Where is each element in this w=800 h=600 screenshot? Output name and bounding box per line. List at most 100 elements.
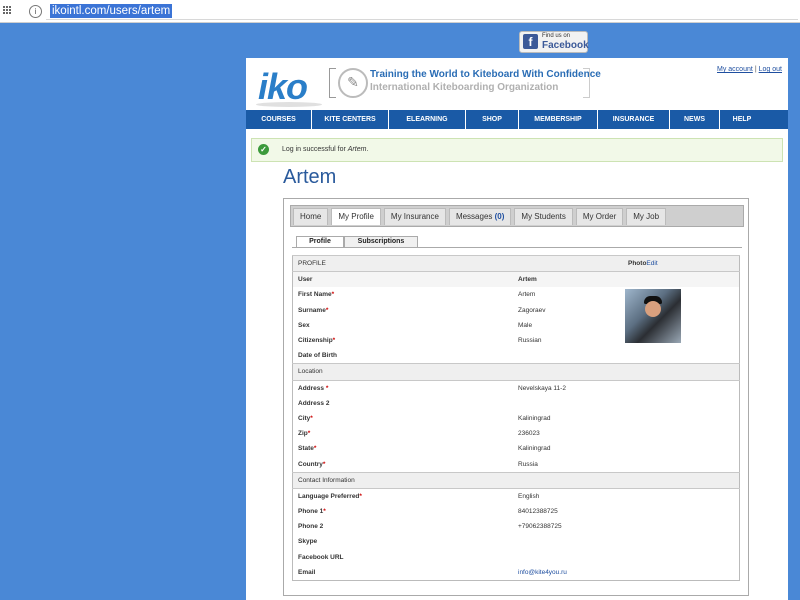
nav-kite-centers[interactable]: KITE CENTERS xyxy=(312,110,389,129)
logo-shadow xyxy=(256,102,322,107)
tab-my-profile[interactable]: My Profile xyxy=(331,208,381,225)
table-row: City* Kaliningrad xyxy=(293,411,740,426)
citizenship-label: Citizenship* xyxy=(298,337,336,345)
page-title: Artem xyxy=(283,166,337,188)
tab-messages[interactable]: Messages (0) xyxy=(448,208,512,225)
language-value: English xyxy=(518,492,540,500)
facebook-icon: f xyxy=(523,34,538,49)
profile-section-label: PROFILE xyxy=(292,254,513,273)
my-account-link[interactable]: My account xyxy=(717,66,753,73)
table-row: Phone 2 +79062388725 xyxy=(293,519,740,534)
dob-value xyxy=(513,348,628,364)
sex-label: Sex xyxy=(298,321,310,329)
nav-membership[interactable]: MEMBERSHIP xyxy=(519,110,598,129)
address-value: Nevelskaya 11-2 xyxy=(518,384,566,392)
tab-home[interactable]: Home xyxy=(293,208,329,225)
facebook-find-label: Find us on xyxy=(542,33,571,39)
logout-link[interactable]: Log out xyxy=(759,66,782,73)
address2-value xyxy=(513,396,740,411)
table-row: Country* Russia xyxy=(293,456,740,472)
contact-section-label: Contact Information xyxy=(292,471,740,489)
table-row: User Artem xyxy=(292,271,740,288)
table-row: State* Kaliningrad xyxy=(293,441,740,456)
location-section-label: Location xyxy=(292,363,740,381)
header-bracket-right xyxy=(583,68,590,98)
nav-courses[interactable]: COURSES xyxy=(246,110,312,129)
citizenship-value: Russian xyxy=(518,337,542,345)
contact-section-header: Contact Information xyxy=(292,471,740,489)
country-label: Country* xyxy=(298,460,326,468)
photo-header: PhotoEdit xyxy=(628,254,740,273)
url-input[interactable]: ikointl.com/users/artem xyxy=(50,4,173,18)
surname-label: Surname* xyxy=(298,306,329,314)
sex-value: Male xyxy=(518,321,533,329)
state-label: State* xyxy=(298,445,317,453)
header-bracket-left xyxy=(329,68,336,98)
account-links-separator: | xyxy=(754,66,757,73)
phone2-label: Phone 2 xyxy=(298,523,324,531)
status-suffix: . xyxy=(366,146,369,153)
status-message-text: Log in successful for Artem. xyxy=(282,146,368,153)
user-label: User xyxy=(292,271,513,288)
nav-insurance[interactable]: INSURANCE xyxy=(598,110,670,129)
tab-my-insurance[interactable]: My Insurance xyxy=(383,208,446,225)
subtab-profile[interactable]: Profile xyxy=(296,236,344,247)
avatar-face xyxy=(645,301,661,318)
email-link[interactable]: info@kite4you.ru xyxy=(518,569,567,576)
city-label: City* xyxy=(298,414,313,422)
header-org-name: International Kiteboarding Organization xyxy=(370,82,559,93)
zip-label: Zip* xyxy=(298,430,311,438)
city-value: Kaliningrad xyxy=(518,414,551,422)
status-prefix: Log in successful for xyxy=(282,146,348,153)
photo-cell xyxy=(625,287,740,363)
address-label: Address * xyxy=(298,384,329,392)
photo-edit-link[interactable]: Edit xyxy=(646,260,657,267)
apps-grid-icon[interactable] xyxy=(3,6,12,15)
messages-count: (0) xyxy=(494,212,505,221)
surname-value: Zagoraev xyxy=(518,306,546,314)
tab-my-job[interactable]: My Job xyxy=(626,208,667,225)
table-row: Facebook URL xyxy=(293,550,740,565)
table-row: Email info@kite4you.ru xyxy=(293,565,740,581)
account-links: My account | Log out xyxy=(717,66,782,73)
state-value: Kaliningrad xyxy=(518,445,551,453)
language-label: Language Preferred* xyxy=(298,492,362,500)
nav-help[interactable]: HELP xyxy=(720,110,764,129)
zip-value: 236023 xyxy=(518,430,540,438)
avatar[interactable] xyxy=(625,289,681,344)
profile-table: PROFILE PhotoEdit User Artem First Name*… xyxy=(292,254,740,581)
first-name-value: Artem xyxy=(518,291,536,299)
main-nav: COURSES KITE CENTERS ELEARNING SHOP MEMB… xyxy=(246,110,788,129)
kite-logo-icon: ✎ xyxy=(338,68,368,98)
email-label: Email xyxy=(298,568,316,576)
tab-messages-label: Messages xyxy=(455,212,493,221)
nav-elearning[interactable]: ELEARNING xyxy=(389,110,466,129)
user-value: Artem xyxy=(513,271,740,288)
profile-subtabs: Profile Subscriptions xyxy=(292,236,742,248)
tab-my-order[interactable]: My Order xyxy=(575,208,624,225)
table-row: Skype xyxy=(293,534,740,549)
subtab-subscriptions[interactable]: Subscriptions xyxy=(344,236,418,247)
facebook-url-label: Facebook URL xyxy=(298,553,344,561)
status-user: Artem xyxy=(347,146,367,153)
address-bar: i ikointl.com/users/artem xyxy=(0,0,800,23)
tab-my-students[interactable]: My Students xyxy=(514,208,573,225)
email-cell: info@kite4you.ru xyxy=(513,565,740,581)
site-info-icon[interactable]: i xyxy=(29,5,42,18)
facebook-button[interactable]: f Find us on Facebook xyxy=(519,31,589,53)
country-value: Russia xyxy=(518,460,538,468)
table-row: Language Preferred* English xyxy=(293,488,740,504)
table-row: Zip* 236023 xyxy=(293,426,740,441)
table-row: Address * Nevelskaya 11-2 xyxy=(293,380,740,396)
status-message: ✓ Log in successful for Artem. xyxy=(251,138,783,162)
table-row: First Name* Artem xyxy=(293,287,740,344)
nav-news[interactable]: NEWS xyxy=(670,110,720,129)
phone1-value: 84012388725 xyxy=(518,508,558,516)
profile-tabs: Home My Profile My Insurance Messages (0… xyxy=(290,205,744,227)
nav-shop[interactable]: SHOP xyxy=(466,110,519,129)
facebook-name-label: Facebook xyxy=(542,40,589,51)
checkmark-icon: ✓ xyxy=(258,144,269,155)
page-container: iko ✎ Training the World to Kiteboard Wi… xyxy=(246,58,788,600)
address-underline xyxy=(46,19,798,20)
address2-label: Address 2 xyxy=(298,399,330,407)
